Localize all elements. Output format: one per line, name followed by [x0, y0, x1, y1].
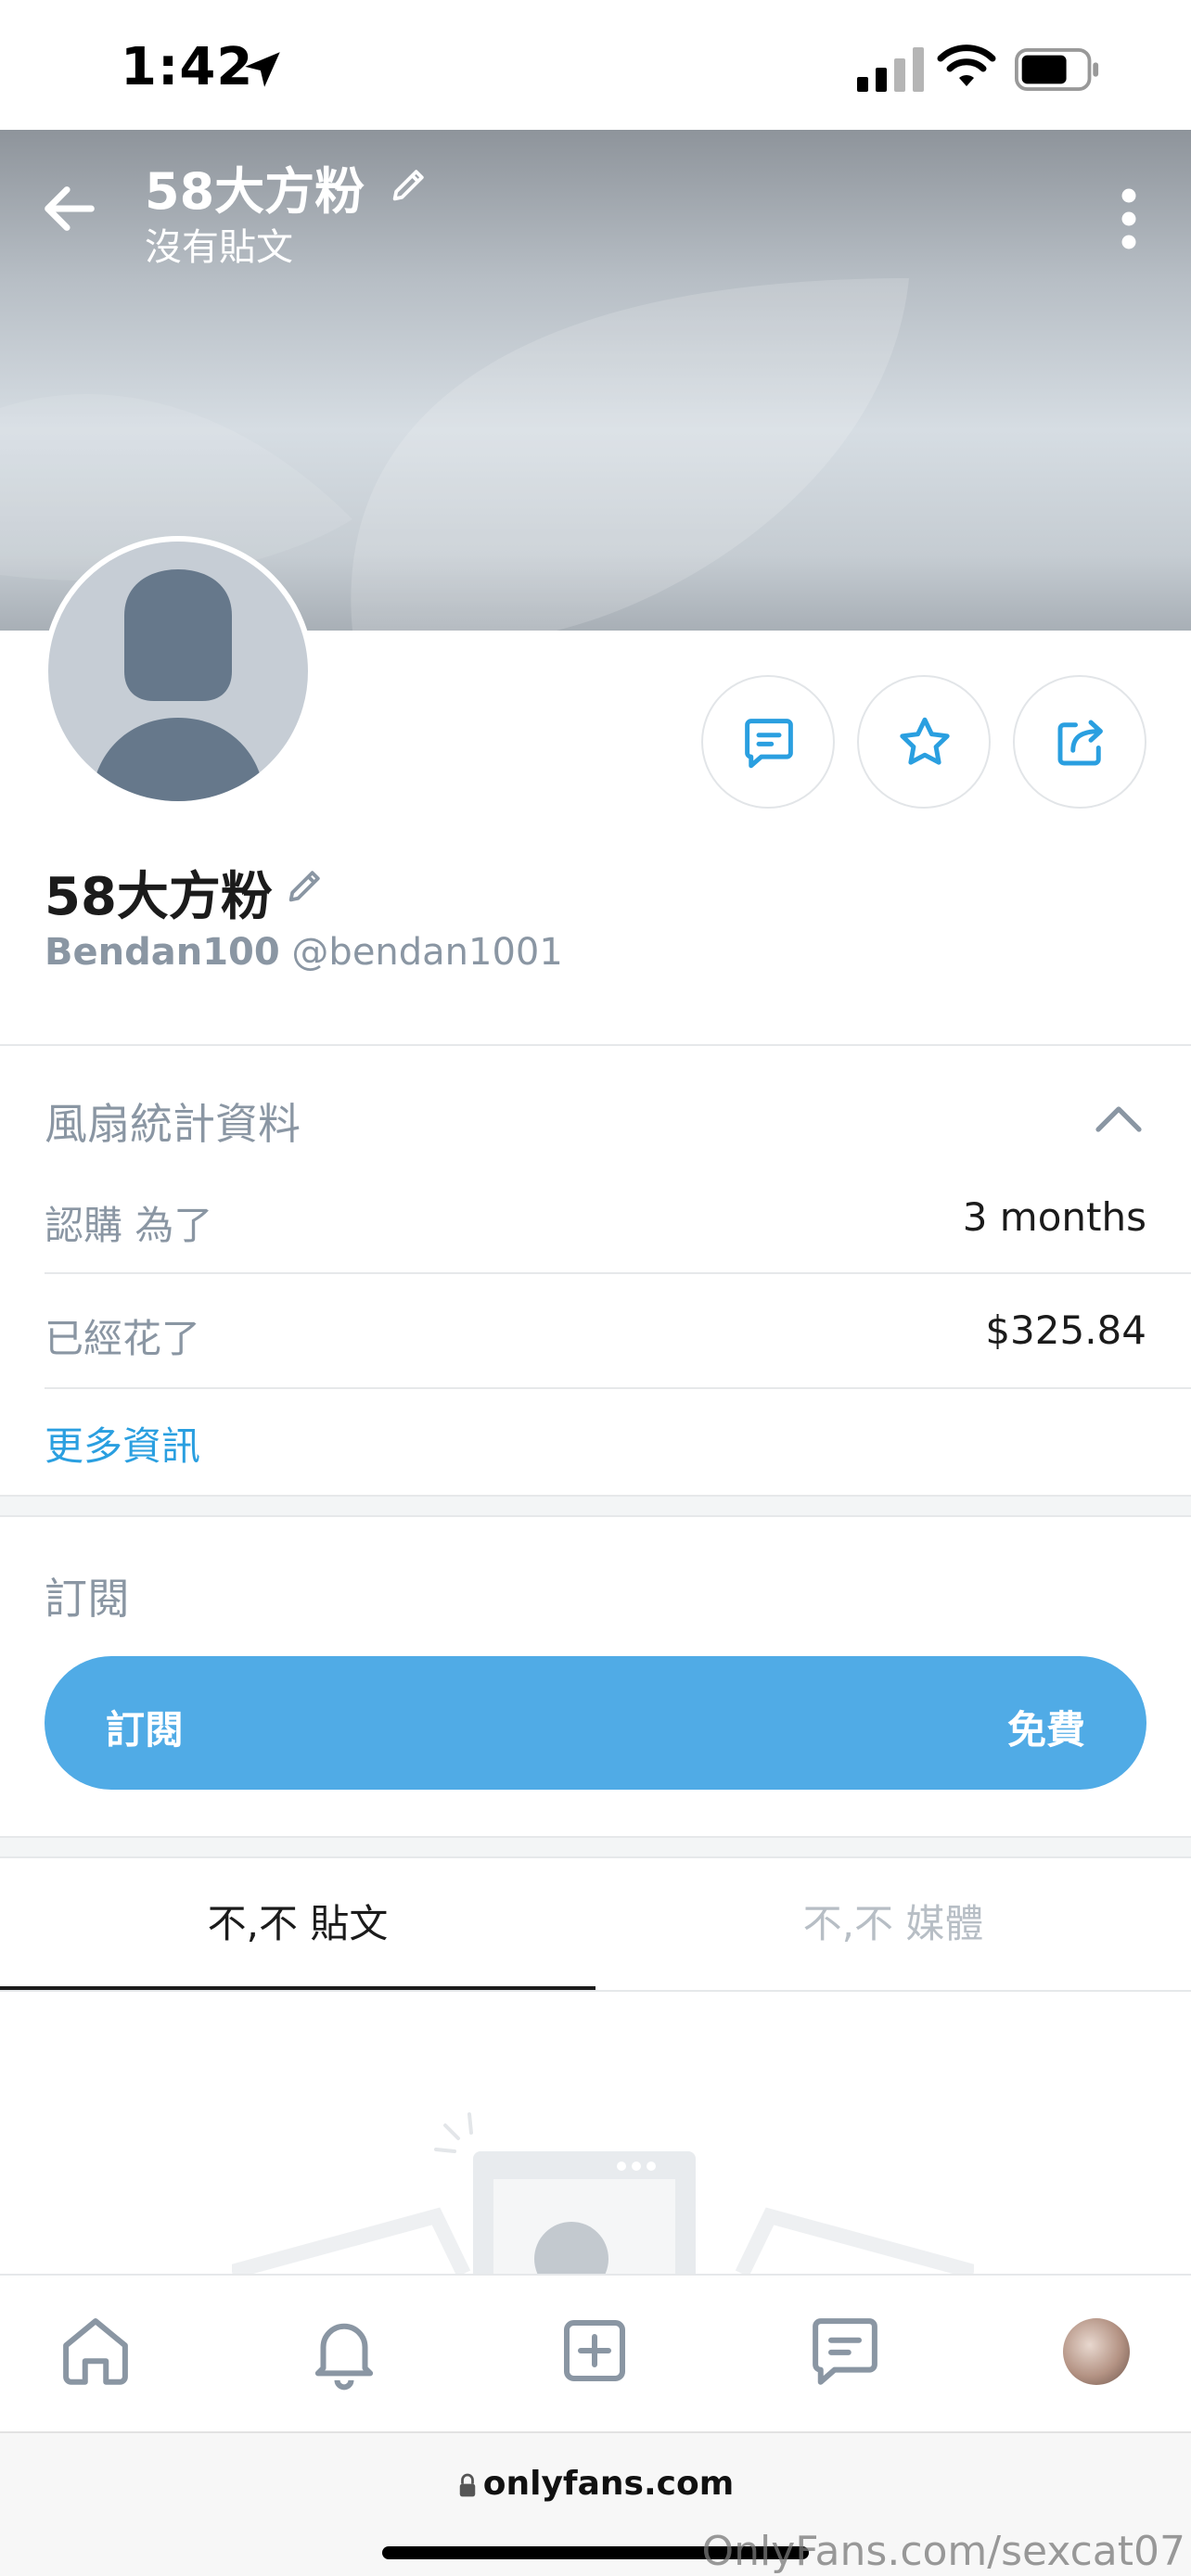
status-bar: 1:42: [0, 0, 1191, 130]
total-spent-value: $325.84: [985, 1307, 1146, 1353]
subscribed-for-value: 3 months: [962, 1194, 1146, 1240]
profile-handle: Bendan100 @bendan1001: [45, 931, 563, 974]
subscribe-button-price: 免費: [1006, 1707, 1085, 1753]
browser-url-bar: onlyfans.com OnlyFans.com/sexcat07: [0, 2431, 1191, 2576]
header-post-count: 沒有貼文: [145, 226, 293, 269]
subscribe-button-label: 訂閱: [106, 1707, 185, 1753]
profile-display-name: Bendan100: [45, 931, 280, 974]
back-arrow-icon[interactable]: [37, 176, 102, 241]
default-avatar-icon: [91, 569, 265, 801]
fan-stats-title: 風扇統計資料: [45, 1099, 301, 1149]
lock-icon: [459, 2473, 476, 2497]
bottom-navigation: [0, 2274, 1191, 2431]
section-separator: [0, 1495, 1191, 1517]
url-text: onlyfans.com: [482, 2465, 735, 2503]
subscribe-button[interactable]: 訂閱 免費: [45, 1656, 1146, 1790]
share-button[interactable]: [1013, 675, 1146, 809]
chevron-up-icon[interactable]: [1095, 1100, 1143, 1137]
wifi-icon: [937, 45, 996, 86]
home-icon[interactable]: [54, 2309, 137, 2392]
watermark: OnlyFans.com/sexcat07: [701, 2528, 1186, 2575]
bell-icon[interactable]: [302, 2309, 386, 2392]
divider: [0, 1990, 1191, 1992]
subscribed-for-label: 認購 為了: [45, 1203, 213, 1248]
avatar[interactable]: [43, 536, 314, 807]
message-icon: [745, 719, 793, 769]
section-separator: [0, 1836, 1191, 1858]
more-vertical-icon[interactable]: [1106, 182, 1152, 256]
tab-media[interactable]: 不,不 媒體: [596, 1864, 1191, 1990]
edit-pencil-icon[interactable]: [284, 864, 327, 907]
user-avatar[interactable]: [1063, 2318, 1130, 2385]
more-info-link[interactable]: 更多資訊: [45, 1415, 200, 1472]
empty-posts-illustration: [232, 2112, 974, 2274]
share-icon: [1057, 720, 1103, 766]
location-arrow-icon: [245, 52, 280, 87]
profile-username: @bendan1001: [291, 931, 563, 974]
message-button[interactable]: [701, 675, 835, 809]
total-spent-label: 已經花了: [45, 1316, 201, 1361]
signal-icon: [857, 47, 924, 92]
divider: [0, 1044, 1191, 1046]
battery-icon: [1015, 48, 1099, 91]
profile-name: 58大方粉: [45, 867, 273, 927]
tab-posts[interactable]: 不,不 貼文: [0, 1864, 596, 1990]
edit-pencil-icon[interactable]: [388, 163, 430, 206]
star-icon: [900, 717, 950, 765]
divider: [45, 1387, 1191, 1389]
chat-icon[interactable]: [803, 2309, 887, 2392]
favorite-button[interactable]: [857, 675, 991, 809]
header-profile-name: 58大方粉: [145, 162, 365, 221]
subscription-title: 訂閱: [45, 1574, 130, 1624]
divider: [45, 1272, 1191, 1274]
status-time: 1:42: [121, 37, 254, 97]
add-post-icon[interactable]: [553, 2309, 636, 2392]
url-display[interactable]: onlyfans.com: [0, 2465, 1191, 2503]
